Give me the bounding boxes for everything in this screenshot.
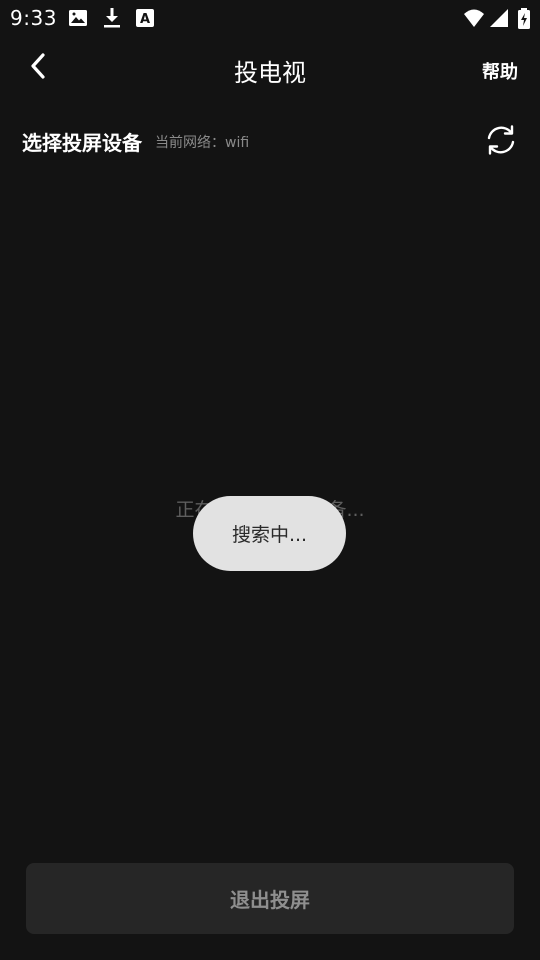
image-icon [68,8,88,28]
wifi-icon [463,8,485,28]
battery-charging-icon [517,8,531,29]
status-bar: 9:33 A [0,0,540,36]
exit-cast-label: 退出投屏 [230,888,310,912]
download-icon [102,8,122,28]
searching-toast: 搜索中... [193,496,346,571]
signal-icon [489,8,509,28]
app-header: 投电视 帮助 [0,36,540,100]
network-label: 当前网络：wifi [155,135,250,151]
toast-text: 搜索中... [231,524,308,546]
cast-screen: 9:33 A 投电视 帮助 选择投屏设备 当前网络：wifi 搜索中... 退出… [0,0,540,960]
device-section-header: 选择投屏设备 当前网络：wifi [22,124,518,156]
status-time: 9:33 [10,6,57,30]
help-button[interactable]: 帮助 [482,58,518,84]
page-title: 投电视 [234,59,306,87]
exit-cast-button[interactable]: 退出投屏 [26,863,514,934]
font-icon: A [135,8,155,28]
refresh-button[interactable] [484,124,518,156]
svg-text:A: A [140,12,150,27]
section-title: 选择投屏设备 [22,131,142,155]
refresh-icon [484,125,518,160]
